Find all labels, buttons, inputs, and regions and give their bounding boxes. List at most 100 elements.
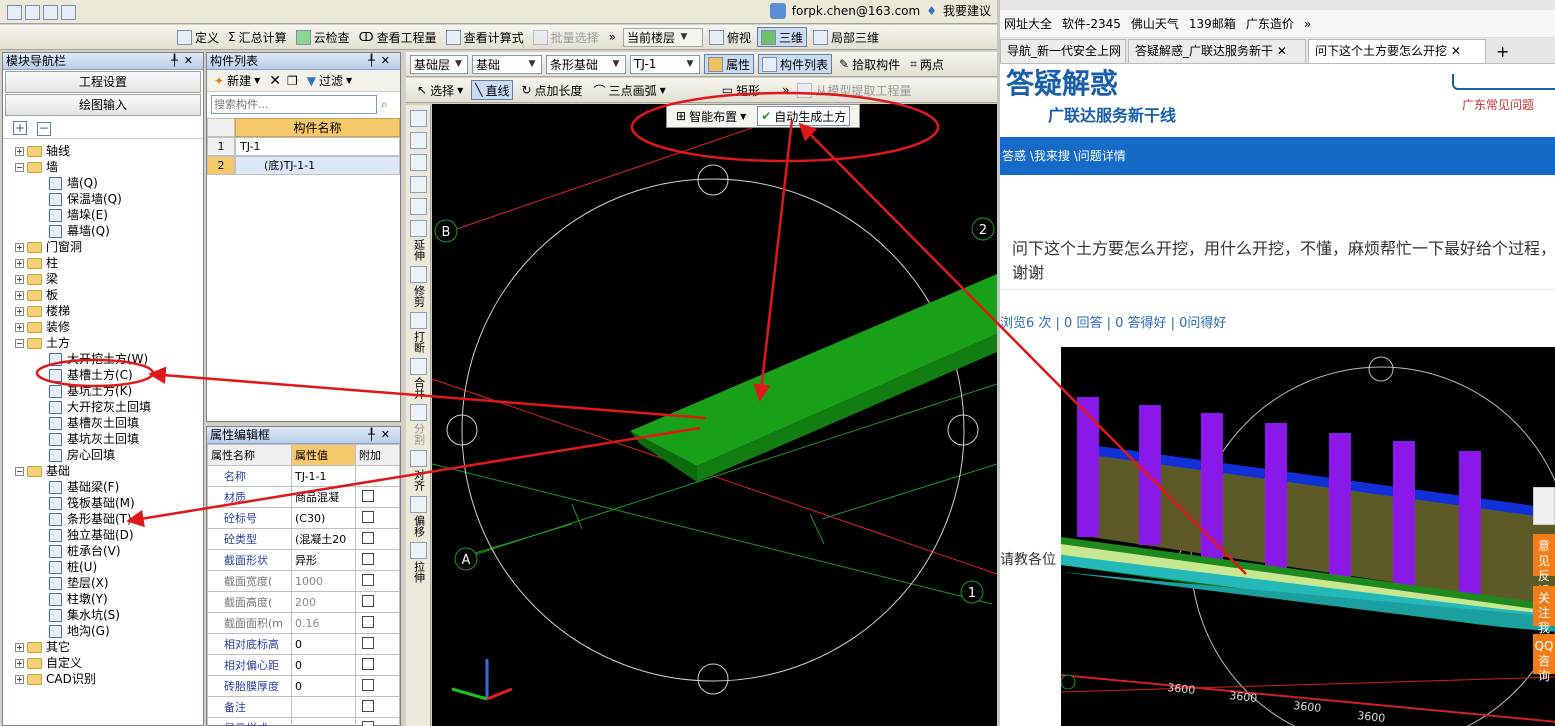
qq-tab[interactable]: QQ咨询 (1533, 634, 1555, 683)
faq-link[interactable]: 广东常见问题 (1462, 96, 1534, 113)
edit-tool-label[interactable]: 分割 (410, 423, 427, 445)
collapse-icon[interactable]: − (15, 162, 24, 172)
category-select[interactable]: 基础 ▼ (472, 54, 542, 74)
property-value[interactable]: (混凝土20 (291, 528, 356, 550)
rect-button[interactable]: ▭ 矩形 (719, 80, 763, 100)
tree-leaf[interactable]: 墙(Q) (3, 175, 203, 191)
checkbox[interactable] (362, 615, 374, 628)
property-value[interactable]: 0 (291, 654, 356, 676)
expand-icon[interactable]: + (15, 290, 24, 300)
new-file-icon[interactable] (7, 4, 22, 20)
expand-icon[interactable]: + (15, 306, 24, 316)
component-row[interactable]: 1 TJ-1 (207, 137, 400, 156)
undo-icon[interactable] (61, 4, 76, 20)
collapse-icon[interactable]: − (15, 466, 24, 476)
question-image[interactable]: 3600 3600 3600 3600 (1061, 347, 1555, 726)
checkbox[interactable] (362, 699, 374, 712)
property-row[interactable]: 砖胎膜厚度 0 (207, 675, 400, 697)
copy-icon[interactable]: ❐ (287, 74, 298, 88)
pin-close-icons[interactable]: ╀✕ (171, 53, 199, 69)
property-row[interactable]: 截面宽度(1000 (207, 570, 400, 592)
bookmark-item[interactable]: 网址大全 (1004, 15, 1052, 32)
expand-icon[interactable]: + (15, 642, 24, 652)
property-value[interactable]: 1000 (291, 570, 356, 592)
browser-tab[interactable]: 导航_新一代安全上网 ✕ (1000, 39, 1126, 63)
property-value[interactable]: 商品混凝 (291, 486, 356, 508)
tree-leaf[interactable]: 基础梁(F) (3, 479, 203, 495)
three-point-arc-button[interactable]: ⌒ 三点画弧 ▼ (591, 80, 669, 100)
tree-leaf[interactable]: 独立基础(D) (3, 527, 203, 543)
type-select[interactable]: 条形基础 ▼ (546, 54, 626, 74)
move-icon[interactable] (409, 176, 427, 193)
delete-icon[interactable]: ✕ (269, 73, 281, 89)
view-quantity-button[interactable]: ↀ 查看工程量 (356, 27, 440, 47)
tree-leaf[interactable]: 集水坑(S) (3, 607, 203, 623)
tree-folder[interactable]: + 轴线 (3, 143, 203, 159)
tree-leaf[interactable]: 桩承台(V) (3, 543, 203, 559)
edit-tool-icon[interactable] (409, 450, 427, 467)
collapse-all-icon[interactable]: − (36, 122, 51, 136)
feedback-tab[interactable]: 意见反馈 (1533, 534, 1555, 598)
tree-leaf[interactable]: 保温墙(Q) (3, 191, 203, 207)
line-button[interactable]: ╲ 直线 (471, 80, 514, 100)
pin-close-icons[interactable]: ╀✕ (368, 53, 396, 69)
expand-icon[interactable]: + (15, 146, 24, 156)
component-list-button[interactable]: 构件列表 (758, 54, 833, 74)
bookmark-item[interactable]: 139邮箱 (1189, 15, 1236, 32)
checkbox[interactable] (362, 636, 374, 649)
cloud-check-button[interactable]: 云检查 (293, 27, 353, 47)
summary-calc-button[interactable]: Σ 汇总计算 (225, 27, 290, 47)
edit-tool-label[interactable]: 合并 (410, 377, 427, 399)
browser-tab[interactable]: 问下这个土方要怎么开挖 ✕ (1308, 39, 1486, 63)
tree-folder[interactable]: − 基础 (3, 463, 203, 479)
batch-select-button[interactable]: 批量选择 (530, 27, 602, 47)
property-row[interactable]: 材质 商品混凝 (207, 486, 400, 508)
tree-folder[interactable]: + 梁 (3, 271, 203, 287)
notify-icon[interactable]: ♦ (926, 4, 937, 18)
smart-layout-button[interactable]: ⊞ 智能布置 ▼ (673, 106, 749, 126)
rotate-icon[interactable] (409, 198, 427, 215)
expand-all-icon[interactable]: + (13, 121, 27, 135)
new-component-button[interactable]: ✦ 新建 ▼ (211, 71, 263, 91)
brush-icon[interactable] (409, 110, 427, 127)
tree-leaf[interactable]: 柱墩(Y) (3, 591, 203, 607)
two-points-button[interactable]: ⌗ 两点 (907, 54, 947, 74)
local-3d-button[interactable]: 局部三维 (810, 27, 882, 47)
tree-leaf[interactable]: 基坑灰土回填 (3, 431, 203, 447)
property-value[interactable]: 0 (291, 675, 356, 697)
tree-leaf[interactable]: 地沟(G) (3, 623, 203, 639)
property-value[interactable] (291, 717, 356, 726)
property-value[interactable]: 0 (291, 633, 356, 655)
tree-leaf[interactable]: 幕墙(Q) (3, 223, 203, 239)
pin-close-icons[interactable]: ╀✕ (368, 427, 396, 443)
property-row[interactable]: 截面面积(m 0.16 (207, 612, 400, 634)
tree-leaf[interactable]: 大开挖灰土回填 (3, 399, 203, 415)
tree-leaf[interactable]: 墙垛(E) (3, 207, 203, 223)
property-row[interactable]: 相对偏心距 0 (207, 654, 400, 676)
edit-tool-icon[interactable] (409, 266, 427, 283)
property-row[interactable]: 截面高度(200 (207, 591, 400, 613)
edit-tool-icon[interactable] (409, 220, 427, 237)
expand-icon[interactable]: + (15, 258, 24, 268)
attributes-button[interactable]: 属性 (704, 54, 755, 74)
tree-folder[interactable]: + 自定义 (3, 655, 203, 671)
expand-icon[interactable]: + (15, 674, 24, 684)
tree-leaf[interactable]: 条形基础(T) (3, 511, 203, 527)
close-icon[interactable]: ✕ (1273, 44, 1287, 58)
follow-tab[interactable]: 关注我们 (1533, 586, 1555, 650)
checkbox[interactable] (362, 678, 374, 691)
overflow-chevron-icon[interactable]: » (782, 83, 789, 97)
browser-tab[interactable]: 答疑解惑_广联达服务新干 ✕ (1128, 39, 1306, 63)
checkbox[interactable] (362, 720, 374, 726)
property-row[interactable]: 名称 TJ-1-1 (207, 465, 400, 487)
checkbox[interactable] (362, 531, 374, 544)
expand-icon[interactable]: + (15, 274, 24, 284)
tree-folder[interactable]: + 门窗洞 (3, 239, 203, 255)
auto-generate-earthwork-button[interactable]: ✔ 自动生成土方 (757, 106, 851, 126)
component-row[interactable]: 2 (底)TJ-1-1 (207, 156, 400, 175)
expand-icon[interactable]: + (15, 242, 24, 252)
current-floor-select[interactable]: 当前楼层 ▼ (622, 27, 703, 47)
suggest-link[interactable]: 我要建议 (943, 2, 991, 19)
tree-folder[interactable]: − 土方 (3, 335, 203, 351)
property-value[interactable]: 异形 (291, 549, 356, 571)
